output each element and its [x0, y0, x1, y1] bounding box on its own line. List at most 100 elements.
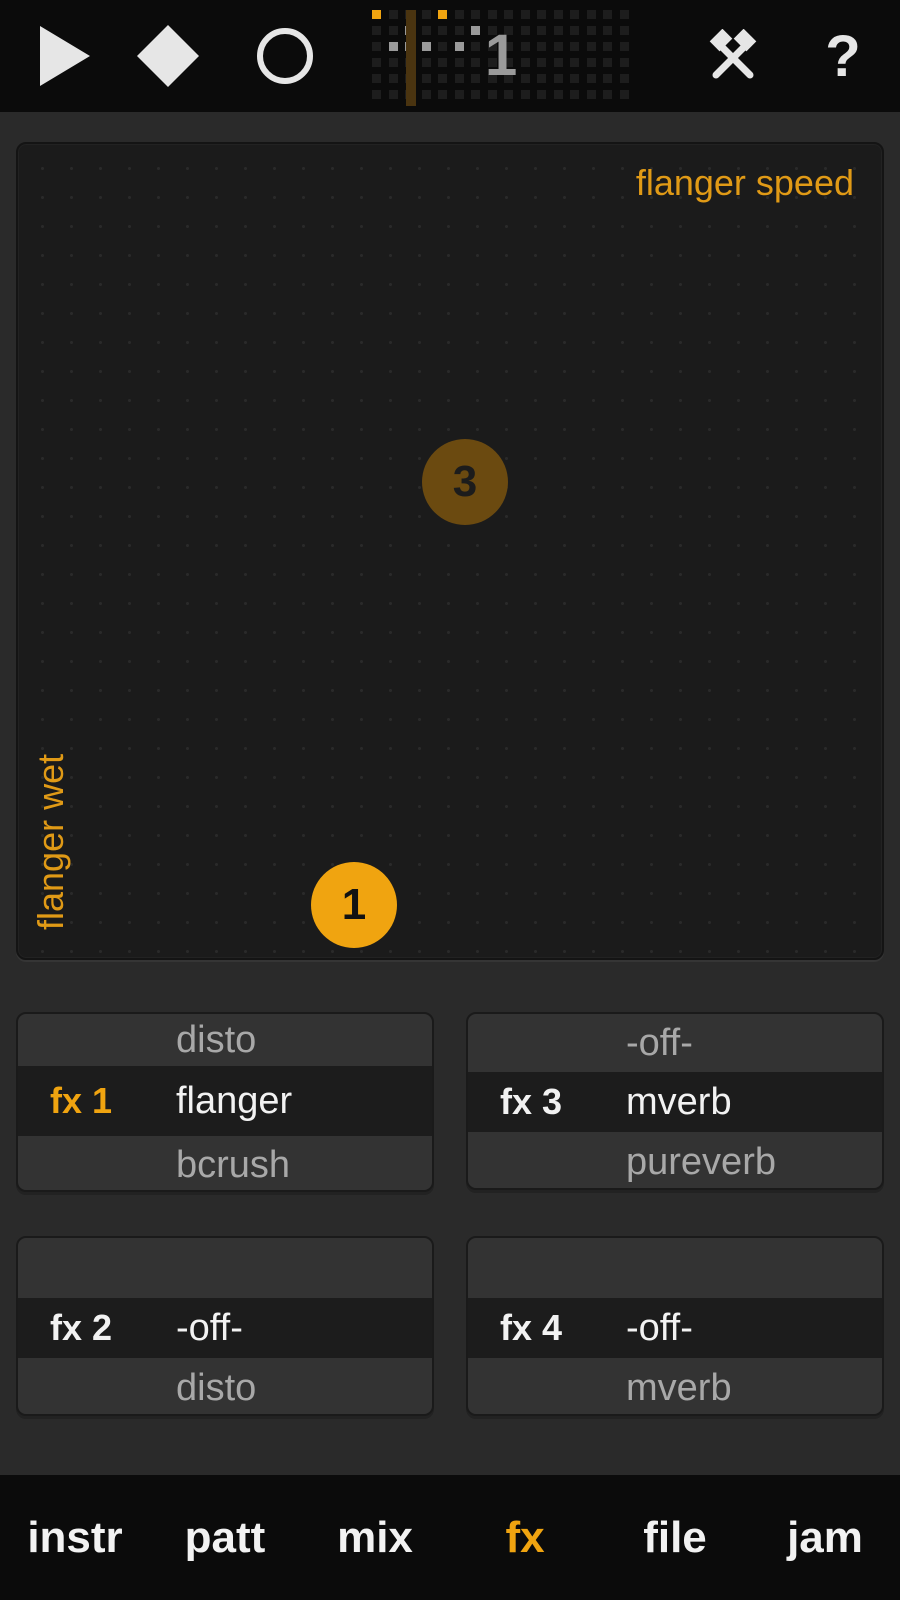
- xy-knob-3[interactable]: 3: [422, 439, 508, 525]
- sequencer-cell: [421, 10, 431, 19]
- tab-instr[interactable]: instr: [0, 1513, 150, 1563]
- fx-option-next[interactable]: pureverb: [626, 1141, 776, 1184]
- fx-slot-label: fx 3: [500, 1081, 563, 1122]
- fx-slot-selected-row: fx 1 flanger: [18, 1066, 432, 1136]
- sequencer-cell: [388, 10, 398, 19]
- x-axis-label: flanger speed: [635, 162, 854, 203]
- tab-file[interactable]: file: [600, 1513, 750, 1563]
- sequencer-cell: [570, 90, 579, 99]
- sequencer-cell: [454, 10, 464, 19]
- tab-fx[interactable]: fx: [450, 1513, 600, 1563]
- fx-slot-label: fx 1: [50, 1080, 113, 1121]
- sequencer-cell: [553, 74, 563, 83]
- fx-slot-prev-row: [468, 1238, 882, 1298]
- sequencer-cell: [471, 74, 480, 83]
- sequencer-cell: [372, 26, 381, 35]
- sequencer-cell: [388, 58, 398, 67]
- sequencer-cell: [603, 42, 612, 51]
- sequencer-cell: [471, 58, 480, 67]
- play-button[interactable]: [30, 0, 100, 112]
- fx-slot-4[interactable]: fx 4 -off- mverb: [466, 1236, 884, 1416]
- sequencer-cell: [454, 90, 464, 99]
- sequencer-cell: [619, 74, 629, 83]
- tab-patt[interactable]: patt: [150, 1513, 300, 1563]
- sequencer-cell: [388, 74, 398, 83]
- sequencer-cell: [603, 90, 612, 99]
- sequencer-cell: [570, 10, 579, 19]
- top-toolbar: 1 ?: [0, 0, 900, 112]
- bottom-tab-bar: instr patt mix fx file jam: [0, 1475, 900, 1600]
- record-button[interactable]: [250, 0, 320, 112]
- sequencer-cell: [537, 26, 546, 35]
- stop-icon: [137, 25, 199, 87]
- sequencer-cell: [454, 58, 464, 67]
- sequencer-cell: [553, 10, 563, 19]
- sequencer-cell: [570, 42, 579, 51]
- tab-jam[interactable]: jam: [750, 1513, 900, 1563]
- sequencer-cell: [438, 74, 447, 83]
- sequencer-cell: [372, 42, 381, 51]
- fx-slot-next-row: disto: [18, 1358, 432, 1414]
- sequencer-cell: [438, 58, 447, 67]
- sequencer-cell: [504, 90, 513, 99]
- sequencer-cell: [520, 10, 530, 19]
- xy-knob-1[interactable]: 1: [311, 862, 397, 948]
- tab-mix[interactable]: mix: [300, 1513, 450, 1563]
- fx-option-prev[interactable]: disto: [176, 1019, 256, 1062]
- sequencer-cell: [471, 42, 480, 51]
- fx-slot-1[interactable]: disto fx 1 flanger bcrush: [16, 1012, 434, 1192]
- tools-button[interactable]: [700, 0, 766, 112]
- fx-option-selected[interactable]: mverb: [626, 1081, 732, 1124]
- sequencer-cell: [619, 42, 629, 51]
- fx-slot-3[interactable]: -off- fx 3 mverb pureverb: [466, 1012, 884, 1190]
- sequencer-cell: [619, 90, 629, 99]
- fx-slot-selected-row: fx 4 -off-: [468, 1298, 882, 1358]
- sequencer-cell: [372, 90, 381, 99]
- sequencer-cell: [388, 26, 398, 35]
- sequencer-cell: [454, 42, 464, 51]
- fx-option-selected[interactable]: flanger: [176, 1080, 292, 1123]
- tools-icon: [709, 29, 757, 79]
- sequencer-cell: [372, 58, 381, 67]
- sequencer-cell: [471, 10, 480, 19]
- help-button[interactable]: ?: [810, 0, 876, 112]
- sequencer-cell: [471, 26, 480, 35]
- sequencer-cell: [372, 10, 381, 19]
- sequencer-cell: [570, 74, 579, 83]
- fx-slot-selected-row: fx 2 -off-: [18, 1298, 432, 1358]
- fx-slot-label: fx 4: [500, 1307, 563, 1348]
- fx-slot-2[interactable]: fx 2 -off- disto: [16, 1236, 434, 1416]
- sequencer-cell: [421, 90, 431, 99]
- fx-option-prev[interactable]: -off-: [626, 1022, 693, 1065]
- fx-slot-prev-row: -off-: [468, 1014, 882, 1072]
- sequencer-cell: [570, 26, 579, 35]
- sequencer-cell: [438, 90, 447, 99]
- sequencer-cell: [520, 26, 530, 35]
- sequencer-cell: [570, 58, 579, 67]
- sequencer-cell: [537, 10, 546, 19]
- y-axis-label: flanger wet: [30, 753, 71, 930]
- sequencer-cell: [388, 42, 398, 51]
- fx-option-selected[interactable]: -off-: [626, 1307, 693, 1350]
- sequencer-cell: [586, 58, 596, 67]
- sequencer-cell: [388, 90, 398, 99]
- sequencer-cell: [619, 58, 629, 67]
- fx-option-next[interactable]: disto: [176, 1367, 256, 1410]
- sequencer-cell: [372, 74, 381, 83]
- sequencer-cell: [421, 74, 431, 83]
- sequencer-cell: [487, 10, 497, 19]
- fx-option-next[interactable]: mverb: [626, 1367, 732, 1410]
- help-icon: ?: [825, 23, 861, 89]
- sequencer-playhead: [406, 10, 416, 106]
- fx-slot-next-row: mverb: [468, 1358, 882, 1414]
- fx-option-next[interactable]: bcrush: [176, 1144, 290, 1187]
- fx-option-selected[interactable]: -off-: [176, 1307, 243, 1350]
- xy-pad[interactable]: flanger speed flanger wet 3 1: [16, 142, 884, 960]
- sequencer-cell: [438, 26, 447, 35]
- sequencer-cell: [454, 26, 464, 35]
- sequencer-cell: [603, 10, 612, 19]
- sequencer-cell: [438, 10, 447, 19]
- sequencer-cell: [537, 74, 546, 83]
- sequencer-cell: [553, 42, 563, 51]
- stop-button[interactable]: [130, 0, 206, 112]
